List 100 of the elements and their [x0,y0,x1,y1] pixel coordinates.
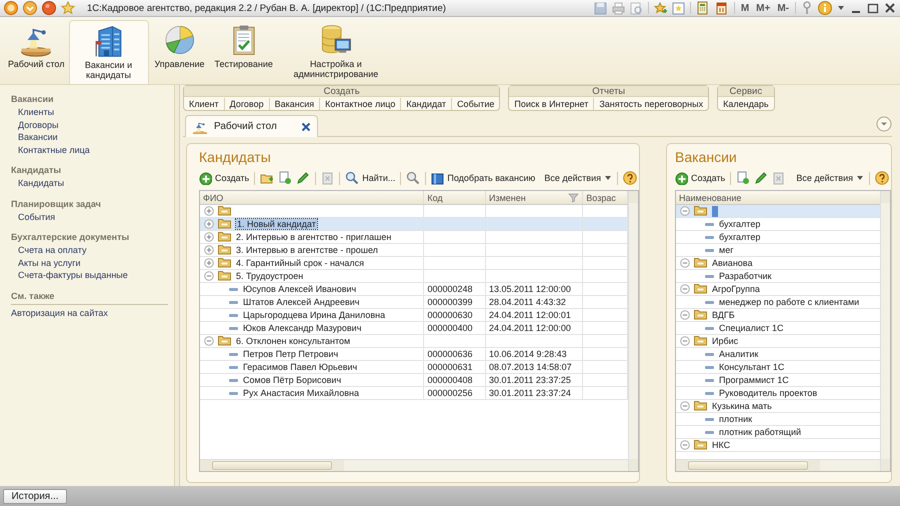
section-tab[interactable]: Тестирование [210,20,277,84]
table-row[interactable]: плотник работящий [676,426,880,439]
table-row[interactable]: Герасимов Павел Юрьевич 000000631 08.07.2013 14:58:07 [200,361,628,374]
copy-icon[interactable] [736,171,750,185]
column-header[interactable]: Наименование [676,191,880,204]
history-button[interactable]: История... [3,488,67,504]
nav-link[interactable]: Контактные лица [11,144,168,156]
info-icon[interactable] [818,1,832,15]
collapse-icon[interactable] [204,336,214,346]
scrollbar[interactable] [628,191,638,471]
table-row[interactable] [676,205,880,218]
table-row[interactable]: 3. Интервью в агентстве - прошел [200,244,628,257]
create-button[interactable]: Создать [675,172,726,184]
nav-link[interactable]: Авторизация на сайтах [11,306,168,319]
collapse-icon[interactable] [204,271,214,281]
tool-icon[interactable] [801,1,813,15]
section-tab[interactable]: Управление [148,20,210,84]
nav-link[interactable]: Клиенты [11,106,168,118]
table-row[interactable]: Петров Петр Петрович 000000636 10.06.2014 9:28:43 [200,348,628,361]
command-button[interactable]: Календарь [718,98,774,110]
column-header[interactable]: ФИО [200,191,424,204]
nav-link[interactable]: События [11,210,168,223]
tab[interactable]: Рабочий стол [185,115,318,137]
table-row[interactable]: бухгалтер [676,218,880,231]
table-row[interactable]: НКС [676,439,880,452]
all-actions-button[interactable]: Все действия [796,173,864,183]
copy-icon[interactable] [278,171,292,185]
table-row[interactable]: Консультант 1С [676,361,880,374]
command-button[interactable]: Кандидат [401,98,452,110]
pencil-icon[interactable] [754,171,768,185]
all-actions-button[interactable]: Все действия [544,173,612,183]
table-row[interactable]: Ирбис [676,335,880,348]
table-row[interactable]: 5. Трудоустроен [200,270,628,283]
table-row[interactable]: Руководитель проектов [676,387,880,400]
maximize-icon[interactable] [867,2,879,14]
search-icon[interactable] [406,171,420,185]
collapse-icon[interactable] [680,284,690,294]
collapse-icon[interactable] [680,258,690,268]
close-icon[interactable] [884,2,896,14]
scrollbar[interactable] [880,191,890,471]
nav-link[interactable]: Вакансии [11,131,168,144]
table-row[interactable]: Рух Анастасия Михайловна 000000256 30.01.2011 23:37:24 [200,387,628,400]
scrollbar[interactable] [200,459,628,471]
collapse-icon[interactable] [680,401,690,411]
expand-icon[interactable] [204,232,214,242]
nav-link[interactable]: Кандидаты [11,177,168,190]
pick-vacancy-button[interactable]: Подобрать вакансию [431,172,536,184]
calendar-icon[interactable] [714,1,729,15]
table-row[interactable]: бухгалтер [676,231,880,244]
memory-button[interactable]: M [740,2,750,14]
table-row[interactable]: Сомов Пётр Борисович 000000408 30.01.2011 23:37:25 [200,374,628,387]
expand-icon[interactable] [204,206,214,216]
collapse-icon[interactable] [680,440,690,450]
delete-icon[interactable] [772,172,786,184]
collapse-icon[interactable] [680,336,690,346]
memory-button[interactable]: M+ [755,2,772,14]
table-row[interactable]: 1. Новый кандидат [200,218,628,231]
create-button[interactable]: Создать [199,172,250,184]
help-icon[interactable] [623,171,637,185]
find-button[interactable]: Найти... [345,171,396,185]
table-row[interactable]: ВДГБ [676,309,880,322]
nav-link[interactable]: Счета-фактуры выданные [11,269,168,282]
command-button[interactable]: Клиент [184,98,225,110]
table-row[interactable]: мег [676,244,880,257]
print-icon[interactable] [612,2,625,14]
table-row[interactable]: Царьгородцева Ирина Даниловна 000000630 24.04.2011 12:00:01 [200,309,628,322]
nav-link[interactable]: Акты на услуги [11,256,168,269]
column-header[interactable]: Код [424,191,486,204]
memory-button[interactable]: M- [776,2,790,14]
collapse-icon[interactable] [876,116,892,132]
nav-link[interactable]: Счета на оплату [11,244,168,256]
calculator-icon[interactable] [696,1,710,15]
table-row[interactable]: АгроГруппа [676,283,880,296]
expand-icon[interactable] [204,245,214,255]
command-button[interactable]: Событие [452,98,500,110]
section-tab[interactable]: Рабочий стол [4,20,68,84]
table-row[interactable]: Юков Александр Мазурович 000000400 24.04.2011 12:00:00 [200,322,628,335]
collapse-icon[interactable] [680,310,690,320]
table-row[interactable]: Кузькина мать [676,400,880,413]
table-row[interactable]: Юсупов Алексей Иванович 000000248 13.05.2011 12:00:00 [200,283,628,296]
star-icon[interactable] [61,1,75,15]
add-favorite-icon[interactable] [654,2,667,14]
table-row[interactable]: Авианова [676,257,880,270]
command-button[interactable]: Договор [224,98,270,110]
favorites-icon[interactable] [672,2,685,14]
section-tab[interactable]: Настройка и администрирование [276,20,395,84]
table-row[interactable]: 6. Отклонен консультантом [200,335,628,348]
table-row[interactable]: 4. Гарантийный срок - начался [200,257,628,270]
section-tab[interactable]: Вакансии и кандидаты [68,20,148,84]
command-button[interactable]: Занятость переговорных [594,98,708,110]
preview-icon[interactable] [630,2,643,14]
command-button[interactable]: Контактное лицо [320,98,402,110]
table-row[interactable]: Штатов Алексей Андреевич 000000399 28.04.2011 4:43:32 [200,296,628,309]
circle-icon[interactable] [42,1,56,15]
help-icon[interactable] [875,171,889,185]
table-row[interactable]: менеджер по работе с клиентами [676,296,880,309]
table-row[interactable]: Аналитик [676,348,880,361]
table-row[interactable]: Специалист 1С [676,322,880,335]
close-icon[interactable] [300,122,311,132]
command-button[interactable]: Поиск в Интернет [509,98,594,110]
